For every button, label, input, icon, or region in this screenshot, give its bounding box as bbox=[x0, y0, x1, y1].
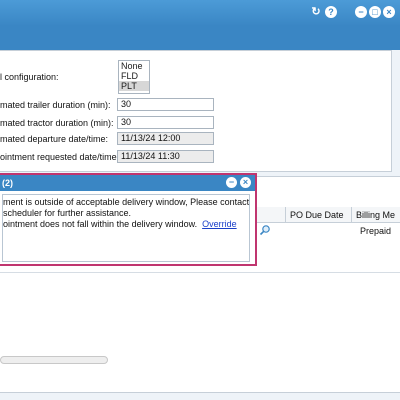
help-icon[interactable]: ? bbox=[325, 6, 337, 18]
search-icon[interactable] bbox=[259, 224, 271, 236]
config-option-none[interactable]: None bbox=[119, 61, 149, 71]
column-po-due-date[interactable]: PO Due Date bbox=[285, 207, 351, 223]
config-option-plt[interactable]: PLT bbox=[119, 81, 149, 91]
alert-message-line: scheduler for further assistance. bbox=[3, 208, 132, 218]
restore-icon[interactable]: □ bbox=[369, 6, 381, 18]
billing-method-cell: Prepaid bbox=[360, 226, 392, 236]
alert-title: (2) bbox=[2, 178, 13, 188]
config-option-fld[interactable]: FLD bbox=[119, 71, 149, 81]
delivery-window-alert: (2) − × ment is outside of acceptable de… bbox=[0, 173, 257, 266]
departure-datetime-field: 11/13/24 12:00 bbox=[117, 132, 214, 145]
tractor-duration-input[interactable]: 30 bbox=[117, 116, 214, 129]
trailer-duration-input[interactable]: 30 bbox=[117, 98, 214, 111]
alert-message-text: ointment does not fall within the delive… bbox=[3, 219, 198, 229]
refresh-icon[interactable]: ↻ bbox=[310, 6, 322, 18]
appointment-datetime-field: 11/13/24 11:30 bbox=[117, 150, 214, 163]
trailer-duration-label: mated trailer duration (min): bbox=[0, 100, 111, 110]
alert-message-line: ment is outside of acceptable delivery w… bbox=[3, 197, 250, 207]
tractor-duration-label: mated tractor duration (min): bbox=[0, 118, 114, 128]
alert-titlebar: (2) − × bbox=[0, 175, 255, 191]
config-label: l configuration: bbox=[0, 72, 59, 82]
alert-message-line: ointment does not fall within the delive… bbox=[3, 219, 249, 230]
window-titlebar: ↻ ? − □ × bbox=[0, 0, 400, 26]
close-icon[interactable]: × bbox=[383, 6, 395, 18]
minimize-icon[interactable]: − bbox=[226, 177, 237, 188]
departure-datetime-label: mated departure date/time: bbox=[0, 134, 109, 144]
horizontal-scrollbar[interactable] bbox=[0, 356, 108, 364]
close-icon[interactable]: × bbox=[240, 177, 251, 188]
override-link[interactable]: Override bbox=[202, 219, 237, 229]
toolbar-strip bbox=[0, 26, 400, 50]
grid-divider bbox=[0, 272, 400, 273]
config-listbox[interactable]: None FLD PLT bbox=[118, 60, 150, 94]
appointment-datetime-label: ointment requested date/time: bbox=[0, 152, 120, 162]
column-billing-method[interactable]: Billing Me bbox=[351, 207, 400, 223]
alert-message-box: ment is outside of acceptable delivery w… bbox=[2, 194, 250, 262]
window-bottom-edge bbox=[0, 392, 400, 400]
minimize-icon[interactable]: − bbox=[355, 6, 367, 18]
